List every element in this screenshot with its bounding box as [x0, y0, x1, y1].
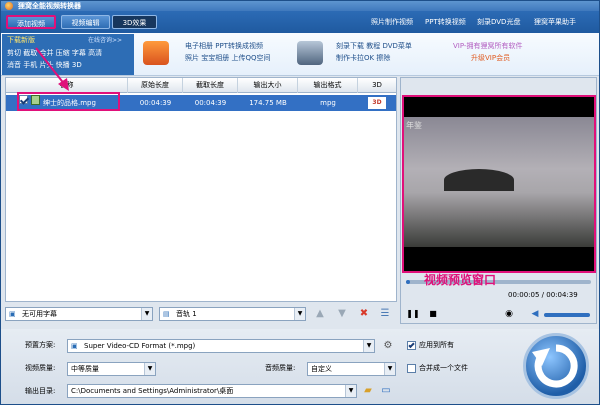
settings-panel: 预置方案: ▣ Super Video-CD Format (*.mpg) ▼ … — [1, 329, 599, 404]
snapshot-icon[interactable]: ◉ — [502, 307, 516, 321]
title-bar: 狸窝全能视频转换器 — [1, 1, 599, 11]
apply-all-label: 应用到所有 — [419, 341, 454, 349]
merge-checkbox[interactable] — [407, 364, 416, 373]
output-dir-value: C:\Documents and Settings\Administrator\… — [71, 387, 234, 395]
download-title[interactable]: 下载新版 — [7, 35, 35, 45]
promo1-line2[interactable]: 照片 宝宝相册 上传QQ空间 — [185, 53, 270, 63]
preset-select[interactable]: ▣ Super Video-CD Format (*.mpg) ▼ — [67, 339, 375, 353]
settings-wrench-icon[interactable]: ⚙ — [381, 339, 395, 353]
convert-arrow-icon — [532, 344, 578, 388]
merge-label: 合并成一个文件 — [419, 364, 468, 372]
video-edit-tab[interactable]: 视频编辑 — [61, 15, 110, 29]
audio-quality-value: 自定义 — [311, 365, 332, 373]
volume-icon[interactable]: ◀ — [528, 307, 542, 321]
row-output-size: 174.75 MB — [249, 99, 287, 107]
checkmark-icon — [408, 341, 415, 349]
output-dir-label: 输出目录: — [25, 387, 56, 395]
subtitle-select[interactable]: ▣ 无可用字幕 ▼ — [5, 307, 153, 321]
online-consult-link[interactable]: 在线咨询>> — [88, 35, 122, 44]
col-output-format[interactable]: 输出格式 — [298, 78, 358, 93]
delete-icon[interactable]: ✖ — [357, 307, 371, 321]
playback-controls: ❚❚ ■ ◉ ◀ — [402, 307, 596, 324]
col-3d[interactable]: 3D — [358, 78, 396, 93]
video-scene-hill — [444, 169, 514, 191]
audio-quality-label: 音频质量: — [265, 364, 296, 372]
menu-ppt-video[interactable]: PPT转换视频 — [425, 15, 466, 29]
app-window: 狸窝全能视频转换器 添加视频 视频编辑 3D效果 照片制作视频 PPT转换视频 … — [0, 0, 600, 405]
list-menu-icon[interactable]: ☰ — [378, 307, 392, 321]
promo2-line2[interactable]: 制作卡拉OK 擦除 — [336, 53, 390, 63]
app-logo-icon — [5, 2, 13, 10]
preset-format-icon: ▣ — [71, 342, 78, 350]
video-quality-value: 中等质量 — [71, 365, 99, 373]
main-toolbar: 添加视频 视频编辑 3D效果 照片制作视频 PPT转换视频 刻录DVD光盘 狸窝… — [1, 11, 599, 33]
menu-apple-helper[interactable]: 狸窝苹果助手 — [534, 15, 576, 29]
preset-select-value: Super Video-CD Format (*.mpg) — [84, 342, 196, 350]
video-quality-select[interactable]: 中等质量 ▼ — [67, 362, 156, 376]
row-3d-badge[interactable]: 3D — [368, 97, 386, 109]
preset-label: 预置方案: — [25, 341, 56, 349]
audio-track-select[interactable]: ▤ 音轨 1 ▼ — [159, 307, 306, 321]
row-output-format: mpg — [320, 99, 336, 107]
chevron-down-icon: ▼ — [294, 308, 305, 320]
pause-icon[interactable]: ❚❚ — [406, 307, 420, 321]
promo1-line1[interactable]: 电子相册 PPT转换成视频 — [185, 41, 263, 51]
open-folder-icon[interactable]: ▭ — [379, 384, 393, 398]
chevron-down-icon: ▼ — [384, 363, 395, 375]
col-cut-length[interactable]: 截取长度 — [183, 78, 238, 93]
video-quality-label: 视频质量: — [25, 364, 56, 372]
col-output-size[interactable]: 输出大小 — [238, 78, 298, 93]
promo-banner: 下载新版 在线咨询>> 剪切 截取 合并 压缩 字幕 高清 消音 手机 片头 快… — [1, 33, 599, 76]
stop-icon[interactable]: ■ — [426, 307, 440, 321]
volume-slider[interactable] — [544, 313, 590, 317]
annotation-arrow-icon — [35, 47, 69, 91]
browse-folder-icon[interactable]: ▰ — [361, 384, 375, 398]
seek-fill — [406, 280, 410, 284]
audio-track-value: 音轨 1 — [176, 310, 197, 318]
playback-time: 00:00:05 / 00:04:39 — [508, 291, 578, 299]
move-up-icon[interactable]: ▲ — [313, 307, 327, 321]
subtitle-icon: ▣ — [9, 310, 16, 318]
dvd-promo-icon[interactable] — [297, 41, 323, 65]
row-cut-length: 00:04:39 — [194, 99, 227, 107]
preview-panel: 年鉴 视频预览窗口 00:00:05 / 00:04:39 ❚❚ ■ ◉ ◀ — [400, 77, 597, 324]
audio-quality-select[interactable]: 自定义 ▼ — [307, 362, 396, 376]
apply-all-checkbox[interactable] — [407, 341, 416, 350]
move-down-icon[interactable]: ▼ — [335, 307, 349, 321]
promo2-line1[interactable]: 刻录下载 教程 DVD菜单 — [336, 41, 412, 51]
subtitle-select-value: 无可用字幕 — [22, 310, 57, 318]
ppt-promo-icon[interactable] — [143, 41, 169, 65]
list-bottom-bar: ▣ 无可用字幕 ▼ ▤ 音轨 1 ▼ ▲ ▼ ✖ ☰ — [5, 304, 397, 324]
output-dir-select[interactable]: C:\Documents and Settings\Administrator\… — [67, 384, 357, 398]
preview-window-label: 视频预览窗口 — [424, 273, 497, 287]
video-preview-screen: 年鉴 — [402, 95, 596, 273]
col-original-length[interactable]: 原始长度 — [128, 78, 183, 93]
add-video-tab[interactable]: 添加视频 — [6, 15, 56, 29]
audio-track-icon: ▤ — [163, 310, 170, 318]
window-title: 狸窝全能视频转换器 — [18, 2, 81, 10]
video-frame: 年鉴 — [404, 117, 594, 247]
vip-line1[interactable]: VIP-拥有狸窝所有软件 — [453, 41, 522, 51]
chevron-down-icon: ▼ — [144, 363, 155, 375]
chevron-down-icon: ▼ — [345, 385, 356, 397]
vip-upgrade-link[interactable]: 升级VIP会员 — [471, 53, 510, 63]
row-original-length: 00:04:39 — [139, 99, 172, 107]
effect-3d-tab[interactable]: 3D效果 — [112, 15, 157, 29]
start-convert-button[interactable] — [523, 333, 589, 399]
menu-photo-video[interactable]: 照片制作视频 — [371, 15, 413, 29]
chevron-down-icon: ▼ — [363, 340, 374, 352]
video-watermark: 年鉴 — [406, 121, 422, 130]
chevron-down-icon: ▼ — [141, 308, 152, 320]
menu-dvd-burn[interactable]: 刻录DVD光盘 — [477, 15, 520, 29]
